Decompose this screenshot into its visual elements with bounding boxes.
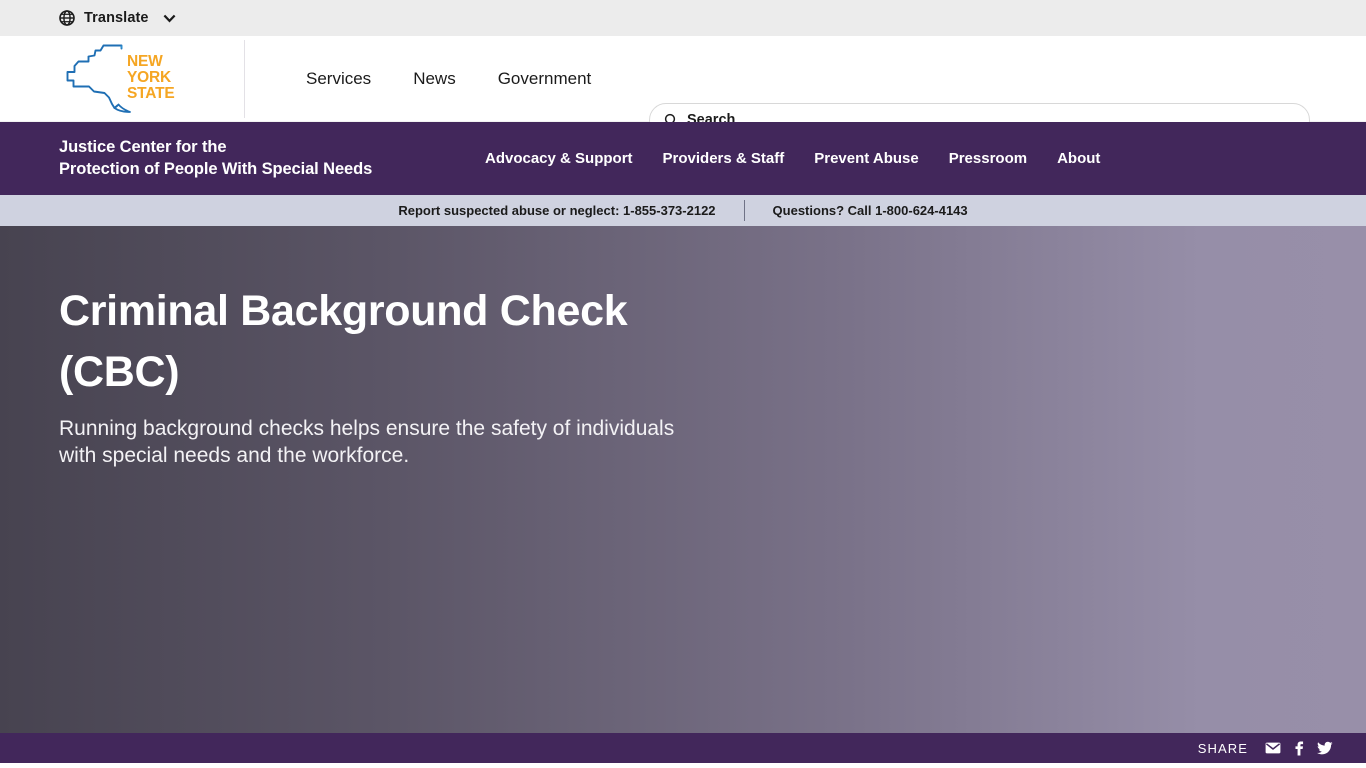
agency-header-band: Justice Center for the Protection of Peo… bbox=[0, 122, 1366, 195]
share-twitter-button[interactable] bbox=[1312, 735, 1338, 761]
hero-content: Criminal Background Check (CBC) Running … bbox=[0, 226, 760, 470]
global-nav-item-services[interactable]: Services bbox=[285, 64, 392, 93]
nygov-primary-nav: Services News Government bbox=[245, 64, 1366, 93]
agency-title-line1: Justice Center for the bbox=[59, 138, 227, 157]
share-email-button[interactable] bbox=[1260, 735, 1286, 761]
page-subtitle: Running background checks helps ensure t… bbox=[59, 417, 675, 468]
agency-nav-item-advocacy-support[interactable]: Advocacy & Support bbox=[470, 143, 648, 174]
global-nav-item-news[interactable]: News bbox=[392, 64, 477, 93]
share-bar: SHARE bbox=[0, 733, 1366, 763]
global-nav-item-government[interactable]: Government bbox=[477, 64, 613, 93]
share-label: SHARE bbox=[1197, 740, 1248, 756]
twitter-icon bbox=[1317, 741, 1333, 755]
hero-banner: Criminal Background Check (CBC) Running … bbox=[0, 226, 1366, 733]
agency-nav-item-about[interactable]: About bbox=[1042, 143, 1115, 174]
agency-title-line2: Protection of People With Special Needs bbox=[59, 159, 373, 178]
questions-hotline-link[interactable]: Questions? Call 1-800-624-4143 bbox=[745, 204, 996, 217]
translate-bar: Translate bbox=[0, 0, 1366, 36]
svg-text:YORK: YORK bbox=[127, 69, 172, 86]
hotline-alert-bar: Report suspected abuse or neglect: 1-855… bbox=[0, 195, 1366, 226]
agency-nav-item-prevent-abuse[interactable]: Prevent Abuse bbox=[799, 143, 933, 174]
agency-nav-item-pressroom[interactable]: Pressroom bbox=[934, 143, 1042, 174]
email-icon bbox=[1265, 742, 1281, 754]
nygov-global-header: NEW YORK STATE Services News Government bbox=[0, 36, 1366, 137]
share-facebook-button[interactable] bbox=[1286, 735, 1312, 761]
report-abuse-hotline-link[interactable]: Report suspected abuse or neglect: 1-855… bbox=[370, 204, 743, 217]
ny-state-logo: NEW YORK STATE bbox=[66, 44, 175, 113]
globe-icon bbox=[59, 10, 75, 26]
svg-text:NEW: NEW bbox=[127, 53, 163, 70]
ny-state-logo-link[interactable]: NEW YORK STATE bbox=[0, 36, 245, 122]
agency-title[interactable]: Justice Center for the Protection of Peo… bbox=[0, 137, 470, 179]
chevron-down-icon bbox=[163, 12, 176, 25]
translate-dropdown-trigger[interactable]: Translate bbox=[59, 0, 176, 36]
page-title: Criminal Background Check (CBC) bbox=[59, 287, 628, 397]
facebook-icon bbox=[1294, 740, 1303, 756]
translate-label: Translate bbox=[84, 9, 149, 26]
agency-primary-nav: Advocacy & Support Providers & Staff Pre… bbox=[470, 143, 1115, 174]
agency-nav-item-providers-staff[interactable]: Providers & Staff bbox=[648, 143, 800, 174]
svg-text:STATE: STATE bbox=[127, 85, 175, 102]
